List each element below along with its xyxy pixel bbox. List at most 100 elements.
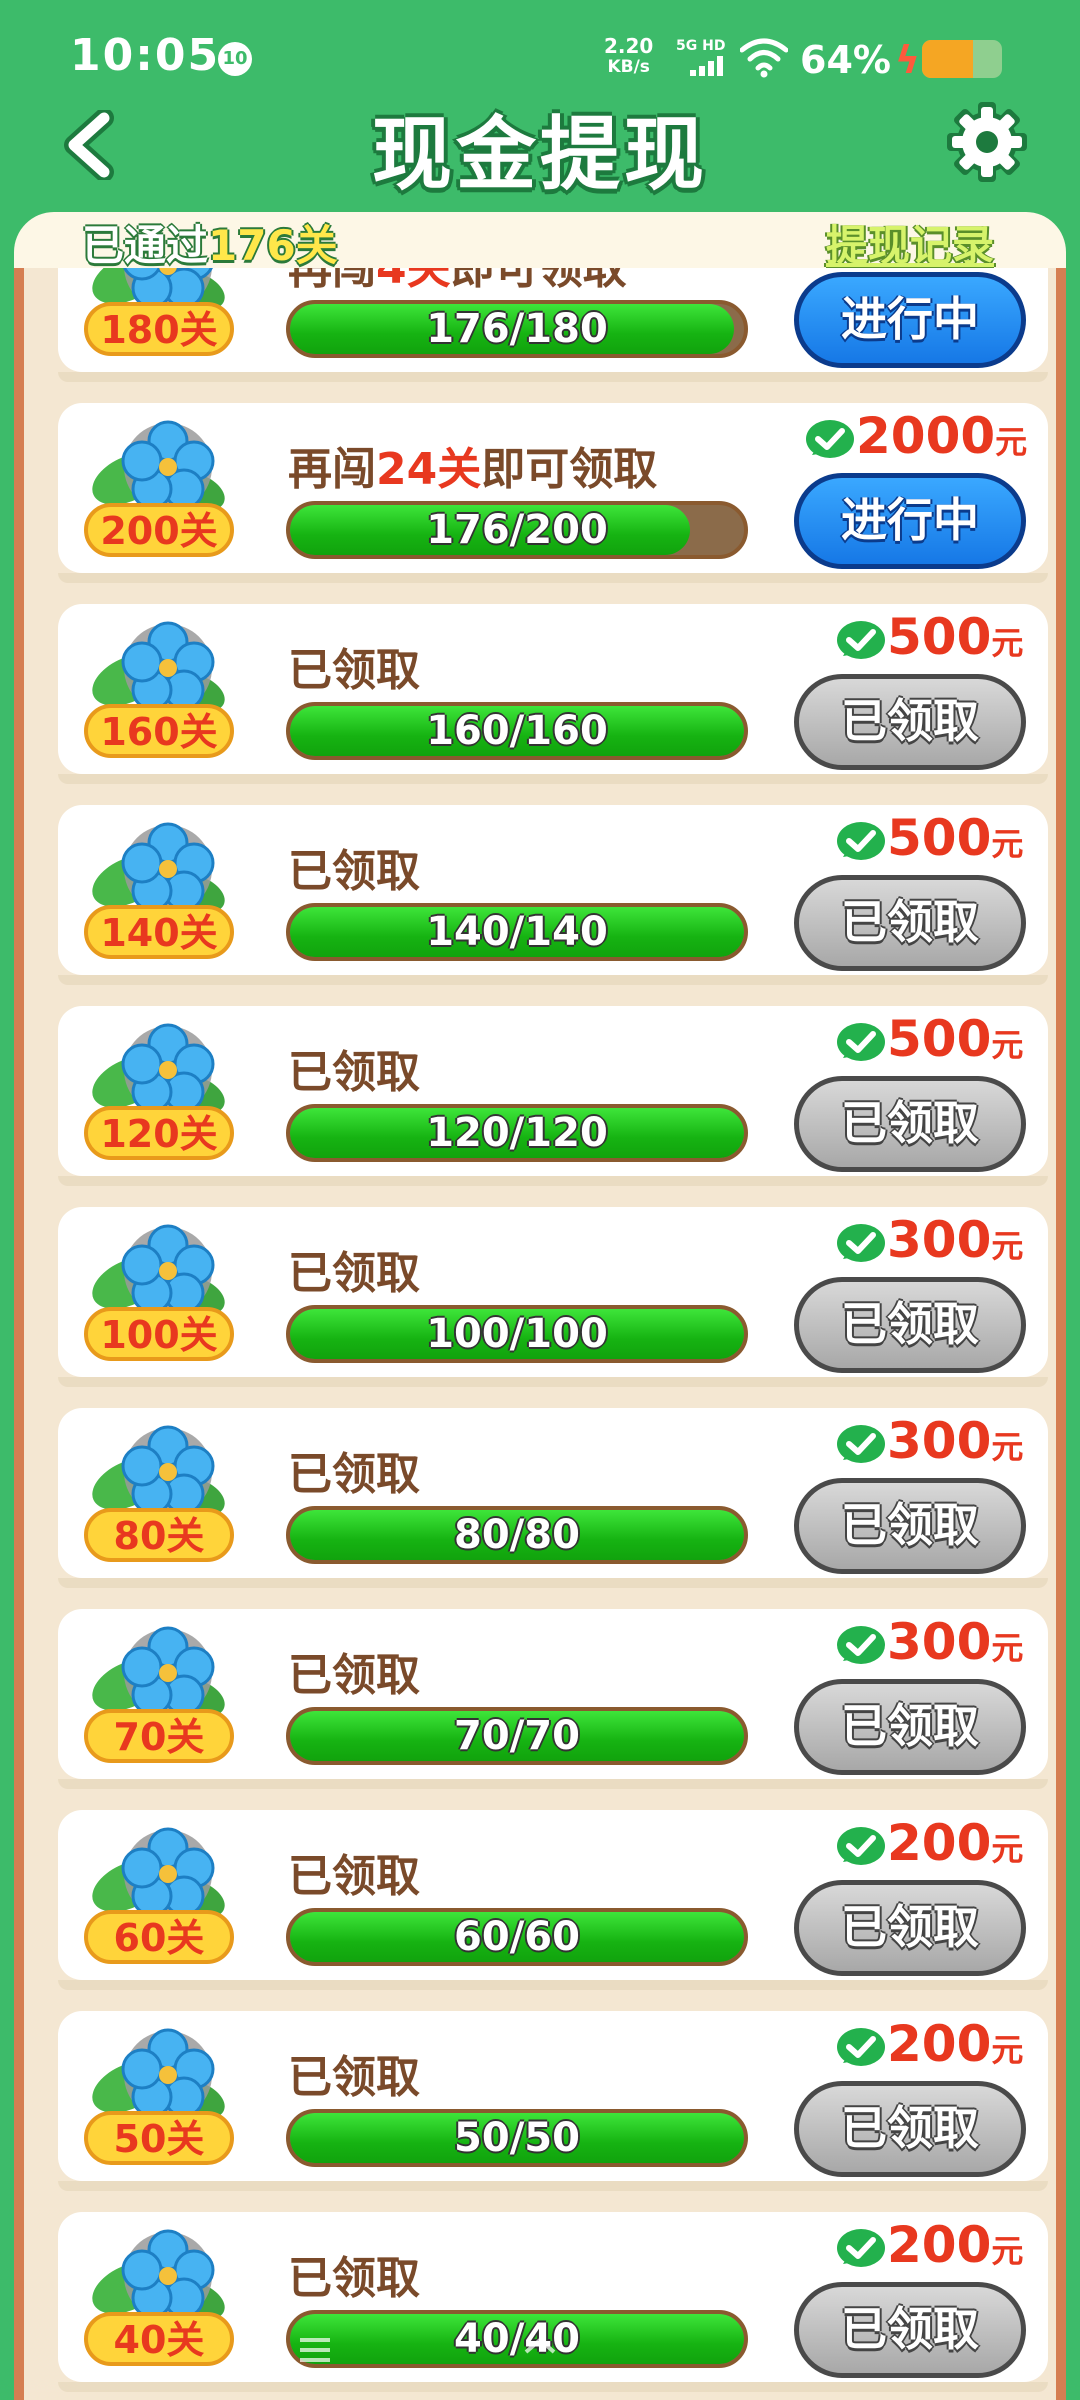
status-text: 已领取 [288, 2052, 420, 2103]
progress-bar: 176/200 [286, 501, 748, 559]
level-badge: 140关 [84, 905, 234, 959]
reward-row: 200关 再闯24关即可领取 176/200 2000元 进行中 [58, 403, 1048, 583]
passed-count: 176关 [208, 221, 338, 270]
reward-row: 50关 已领取 50/50 200元 已领取 [58, 2011, 1048, 2191]
progress-bar: 176/180 [286, 300, 748, 358]
back-nav-icon[interactable] [753, 2336, 779, 2364]
menu-icon[interactable] [300, 2338, 330, 2362]
wifi-icon [740, 38, 788, 78]
reward-amount: 300元 [835, 1412, 1023, 1472]
reward-unit: 元 [991, 1428, 1024, 1466]
withdraw-record-link[interactable]: 提现记录 [826, 212, 994, 273]
progress-text: 176/180 [426, 306, 608, 352]
net-speed-value: 2.20 [604, 34, 654, 58]
reward-unit: 元 [991, 2031, 1024, 2069]
battery-icon [922, 40, 1002, 78]
reward-amount: 300元 [835, 1613, 1023, 1673]
claimed-button[interactable]: 已领取 [794, 1076, 1026, 1172]
progress-text: 60/60 [454, 1914, 580, 1960]
reward-list[interactable]: 180关 再闯4关即可领取 176/180 进行中 200关 再闯24关即可领取… [14, 268, 1066, 2400]
level-badge: 200关 [84, 503, 234, 557]
claimed-button[interactable]: 已领取 [794, 875, 1026, 971]
status-suffix: 即可领取 [450, 268, 627, 294]
claimed-button[interactable]: 已领取 [794, 1880, 1026, 1976]
reward-amount: 500元 [835, 809, 1023, 869]
status-text: 已领取 [288, 1449, 420, 1500]
level-badge: 60关 [84, 1910, 234, 1964]
wechat-check-icon [835, 2025, 887, 2071]
progress-text: 140/140 [426, 909, 608, 955]
level-badge: 120关 [84, 1106, 234, 1160]
wechat-check-icon [835, 1824, 887, 1870]
net-speed-unit: KB/s [607, 57, 650, 77]
reward-unit: 元 [991, 1629, 1024, 1667]
reward-list-inner: 180关 再闯4关即可领取 176/180 进行中 200关 再闯24关即可领取… [24, 268, 1056, 2400]
status-suffix: 即可领取 [481, 444, 658, 495]
reward-row: 180关 再闯4关即可领取 176/180 进行中 [58, 268, 1048, 382]
reward-value: 500元 [887, 809, 1023, 867]
claimed-button[interactable]: 已领取 [794, 674, 1026, 770]
level-badge: 180关 [84, 302, 234, 356]
in-progress-button[interactable]: 进行中 [794, 473, 1026, 569]
status-text: 已领取 [288, 846, 420, 897]
claimed-button[interactable]: 已领取 [794, 2081, 1026, 2177]
row-status: 已领取 [288, 1036, 420, 1100]
status-time: 10:05 [70, 30, 221, 81]
passed-levels: 已通过176关 [82, 212, 338, 273]
reward-unit: 元 [991, 825, 1024, 863]
reward-number: 2000 [856, 407, 996, 465]
reward-unit: 元 [991, 1830, 1024, 1868]
reward-unit: 元 [991, 624, 1024, 662]
status-text: 再闯 [288, 444, 376, 495]
signal-icon [690, 56, 726, 76]
progress-text: 160/160 [426, 708, 608, 754]
status-text: 已领取 [288, 2253, 420, 2304]
wechat-check-icon [804, 417, 856, 463]
reward-amount: 200元 [835, 2216, 1023, 2276]
reward-amount: 200元 [835, 2015, 1023, 2075]
reward-number: 500 [887, 608, 992, 666]
reward-amount: 500元 [835, 608, 1023, 668]
settings-button[interactable] [945, 100, 1029, 184]
wechat-check-icon [835, 1623, 887, 1669]
level-badge: 40关 [84, 2312, 234, 2366]
claimed-button[interactable]: 已领取 [794, 2282, 1026, 2378]
status-text: 已领取 [288, 1650, 420, 1701]
wechat-check-icon [835, 2226, 887, 2272]
reward-number: 500 [887, 809, 992, 867]
reward-value: 200元 [887, 1814, 1023, 1872]
claimed-button[interactable]: 已领取 [794, 1679, 1026, 1775]
nav-bar [300, 2336, 779, 2364]
progress-text: 120/120 [426, 1110, 608, 1156]
wechat-check-icon [835, 1221, 887, 1267]
claimed-button[interactable]: 已领取 [794, 1277, 1026, 1373]
progress-text: 80/80 [454, 1512, 580, 1558]
claimed-button[interactable]: 已领取 [794, 1478, 1026, 1574]
progress-bar: 160/160 [286, 702, 748, 760]
reward-unit: 元 [991, 2232, 1024, 2270]
reward-value: 200元 [887, 2015, 1023, 2073]
progress-text: 100/100 [426, 1311, 608, 1357]
home-icon[interactable] [524, 2337, 556, 2354]
in-progress-button[interactable]: 进行中 [794, 272, 1026, 368]
row-status: 已领取 [288, 2041, 420, 2105]
wechat-check-icon [835, 1020, 887, 1066]
gear-icon [947, 102, 1027, 182]
progress-bar: 100/100 [286, 1305, 748, 1363]
progress-bar: 120/120 [286, 1104, 748, 1162]
reward-value: 300元 [887, 1211, 1023, 1269]
level-badge: 160关 [84, 704, 234, 758]
reward-value: 500元 [887, 608, 1023, 666]
reward-value: 200元 [887, 2216, 1023, 2274]
reward-row: 100关 已领取 100/100 300元 已领取 [58, 1207, 1048, 1387]
status-text: 再闯 [288, 268, 376, 294]
progress-bar: 140/140 [286, 903, 748, 961]
wechat-check-icon [835, 1422, 887, 1468]
network-type: 5G HD [676, 38, 726, 54]
level-badge: 100关 [84, 1307, 234, 1361]
reward-value: 300元 [887, 1412, 1023, 1470]
status-text: 已领取 [288, 1248, 420, 1299]
wechat-check-icon [835, 618, 887, 664]
reward-number: 200 [887, 2216, 992, 2274]
status-text: 已领取 [288, 1851, 420, 1902]
